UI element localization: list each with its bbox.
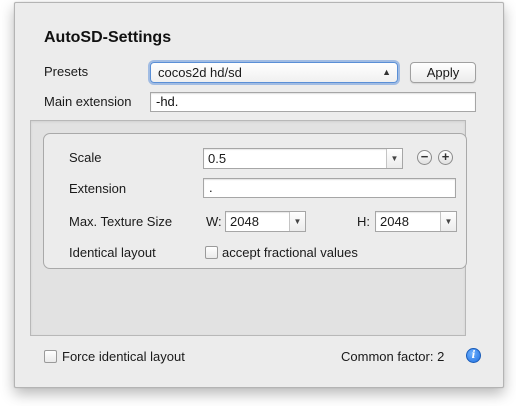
max-width-value: 2048 [230,214,259,229]
accept-fractional-label[interactable]: accept fractional values [222,245,358,260]
scale-value: 0.5 [208,151,227,166]
scale-label: Scale [69,150,102,165]
scale-combo[interactable]: 0.5 ▼ [203,148,403,169]
main-extension-label: Main extension [44,94,132,109]
remove-variant-button[interactable]: − [417,150,432,165]
presets-selected-value: cocos2d hd/sd [158,65,242,80]
up-down-arrows-icon: ▲ [382,67,391,77]
chevron-down-icon[interactable]: ▼ [289,212,305,231]
common-factor-text: Common factor: 2 [341,349,445,364]
chevron-down-icon[interactable]: ▼ [386,149,402,168]
apply-button[interactable]: Apply [410,62,476,83]
chevron-down-icon[interactable]: ▼ [440,212,456,231]
max-height-combo[interactable]: 2048 ▼ [375,211,457,232]
window-title: AutoSD-Settings [44,29,172,46]
accept-fractional-checkbox[interactable] [205,246,218,259]
presets-label: Presets [44,64,89,79]
max-height-value: 2048 [380,214,409,229]
height-label: H: [357,214,370,229]
presets-popup[interactable]: cocos2d hd/sd ▲ [150,62,398,83]
force-identical-layout-checkbox[interactable] [44,350,57,363]
max-width-combo[interactable]: 2048 ▼ [225,211,306,232]
identical-layout-label: Identical layout [69,245,156,260]
info-icon[interactable]: i [466,348,481,363]
force-identical-layout-label[interactable]: Force identical layout [62,349,185,364]
extension-label: Extension [69,181,127,196]
width-label: W: [206,214,222,229]
max-texture-size-label: Max. Texture Size [69,214,173,229]
main-extension-field[interactable]: -hd. [150,92,476,112]
extension-field[interactable]: . [203,178,456,198]
add-variant-button[interactable]: + [438,150,453,165]
